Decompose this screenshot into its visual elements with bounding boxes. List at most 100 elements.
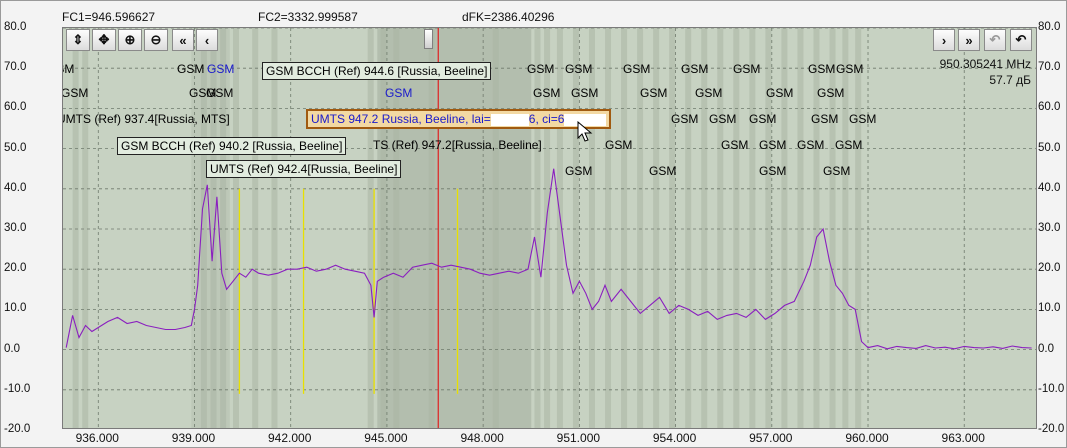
gsm-bcch-944-box[interactable]: GSM BCCH (Ref) 944.6 [Russia, Beeline] <box>262 62 492 80</box>
gsm-channel-stripe <box>232 28 239 428</box>
y-tick-label: 0.0 <box>4 342 20 355</box>
y-tick-label: 60.0 <box>4 101 27 114</box>
x-tick-label: 948.000 <box>460 431 504 445</box>
zoom-out-icon[interactable]: ⊖ <box>144 29 168 51</box>
gsm-tag: GSM <box>759 138 787 152</box>
gsm-tag: GSM <box>533 86 561 100</box>
gsm-tag: GSM <box>749 112 777 126</box>
y-tick-label: 70.0 <box>1038 61 1061 74</box>
gsm-channel-stripe <box>271 28 278 428</box>
undo-icon[interactable]: ↶ <box>1010 29 1032 51</box>
y-tick-label: -20.0 <box>4 423 31 435</box>
x-tick-label: 960.000 <box>845 431 889 445</box>
undo-disabled-icon[interactable]: ↶ <box>984 29 1006 51</box>
gsm-channel-stripe <box>367 28 374 428</box>
gsm-tag: GSM <box>811 112 839 126</box>
gsm-tag: GSM <box>605 138 633 152</box>
gsm-channel-stripe <box>428 28 435 428</box>
gsm-tag: GSM <box>565 164 593 178</box>
scroll-track[interactable] <box>222 30 930 50</box>
y-tick-label: -20.0 <box>1038 423 1065 435</box>
y-tick-label: 40.0 <box>4 181 27 194</box>
gsm-channel-stripe <box>605 28 612 428</box>
gsm-tag: GSM <box>709 112 737 126</box>
umts-947-label: TS (Ref) 947.2[Russia, Beeline] <box>373 138 542 152</box>
dfk-readout: dFK=2386.40296 <box>462 10 555 24</box>
gsm-bcch-940-box[interactable]: GSM BCCH (Ref) 940.2 [Russia, Beeline] <box>117 137 347 155</box>
y-tick-label: 80.0 <box>4 21 27 33</box>
x-tick-label: 945.000 <box>364 431 408 445</box>
cursor-level: 57.7 дБ <box>989 73 1031 87</box>
fit-vertical-icon[interactable]: ⇕ <box>66 29 90 51</box>
spectrum-plot[interactable]: GSM GSM GSM GSM GSM GSM GSM GSM GSM GSM … <box>62 27 1037 429</box>
y-tick-label: 60.0 <box>1038 101 1061 114</box>
y-tick-label: 80.0 <box>1038 21 1061 33</box>
y-tick-label: 70.0 <box>4 61 27 74</box>
scroll-far-left-icon[interactable]: « <box>172 29 194 51</box>
gsm-tag: GSM <box>808 62 836 76</box>
y-tick-label: 50.0 <box>4 141 27 154</box>
y-tick-label: 20.0 <box>4 262 27 275</box>
y-tick-label: -10.0 <box>1038 382 1065 395</box>
gsm-tag: GSM <box>733 62 761 76</box>
scroll-right-icon[interactable]: › <box>933 29 955 51</box>
gsm-tag: GSM <box>63 62 75 76</box>
expand-vertical-icon[interactable]: ✥ <box>92 29 116 51</box>
gsm-tag: GSM <box>835 138 863 152</box>
gsm-tag: GSM <box>385 86 413 100</box>
gsm-tag: GSM <box>571 86 599 100</box>
gsm-tag: GSM <box>681 62 709 76</box>
gsm-tag: GSM <box>721 138 749 152</box>
highlight-mid: 6, ci=6 <box>528 112 565 126</box>
redacted-field <box>490 113 529 126</box>
x-tick-label: 957.000 <box>749 431 793 445</box>
gsm-tag: GSM <box>62 86 89 100</box>
gsm-channel-stripe <box>797 28 804 428</box>
y-tick-label: 20.0 <box>1038 262 1061 275</box>
gsm-tag: GSM <box>695 86 723 100</box>
x-tick-label: 939.000 <box>171 431 216 445</box>
fc1-readout: FC1=946.596627 <box>62 10 156 24</box>
gsm-tag: GSM <box>766 86 794 100</box>
umts-942-box[interactable]: UMTS (Ref) 942.4[Russia, Beeline] <box>206 160 402 178</box>
gsm-tag: GSM <box>207 62 235 76</box>
gsm-tag: GSM <box>849 112 877 126</box>
x-tick-label: 936.000 <box>75 431 119 445</box>
spectrum-analyzer-window: { "header": { "fc1": "FC1=946.596627", "… <box>0 0 1067 448</box>
gsm-tag: GSM <box>206 86 234 100</box>
y-tick-label: 10.0 <box>1038 302 1061 315</box>
gsm-channel-stripe <box>252 28 259 428</box>
gsm-channel-stripe <box>749 28 756 428</box>
gsm-channel-stripe <box>685 28 692 428</box>
gsm-tag: GSM <box>623 62 651 76</box>
scroll-far-right-icon[interactable]: » <box>958 29 980 51</box>
gsm-channel-stripe <box>492 28 499 428</box>
zoom-in-icon[interactable]: ⊕ <box>118 29 142 51</box>
x-tick-label: 951.000 <box>556 431 601 445</box>
gsm-channel-stripe <box>733 28 740 428</box>
gsm-tag: GSM <box>671 112 699 126</box>
mouse-pointer-icon <box>577 121 593 142</box>
gsm-tag: GSM <box>640 86 668 100</box>
umts-947-highlight-box[interactable]: UMTS 947.2 Russia, Beeline, lai= 6, ci=6 <box>306 109 612 129</box>
fc2-readout: FC2=3332.999587 <box>258 10 358 24</box>
gsm-tag: GSM <box>565 62 593 76</box>
gsm-tag: GSM <box>836 62 864 76</box>
y-tick-label: -10.0 <box>4 382 31 395</box>
y-tick-label: 10.0 <box>4 302 27 315</box>
x-tick-label: 942.000 <box>268 431 312 445</box>
gsm-tag: GSM <box>797 138 825 152</box>
gsm-tag: GSM <box>527 62 555 76</box>
gsm-tag: GSM <box>817 86 845 100</box>
gsm-tag: GSM <box>649 164 677 178</box>
gsm-channel-stripe <box>621 28 628 428</box>
umts-937-label: UMTS (Ref) 937.4[Russia, MTS] <box>62 112 230 126</box>
x-tick-label: 963.000 <box>941 431 985 445</box>
gsm-channel-stripe <box>669 28 676 428</box>
scroll-thumb[interactable] <box>424 29 433 49</box>
gsm-tag: GSM <box>759 164 787 178</box>
y-tick-label: 50.0 <box>1038 141 1061 154</box>
cursor-frequency: 950.305241 MHz <box>939 57 1031 71</box>
scroll-left-icon[interactable]: ‹ <box>196 29 218 51</box>
gsm-channel-stripe <box>855 28 862 428</box>
